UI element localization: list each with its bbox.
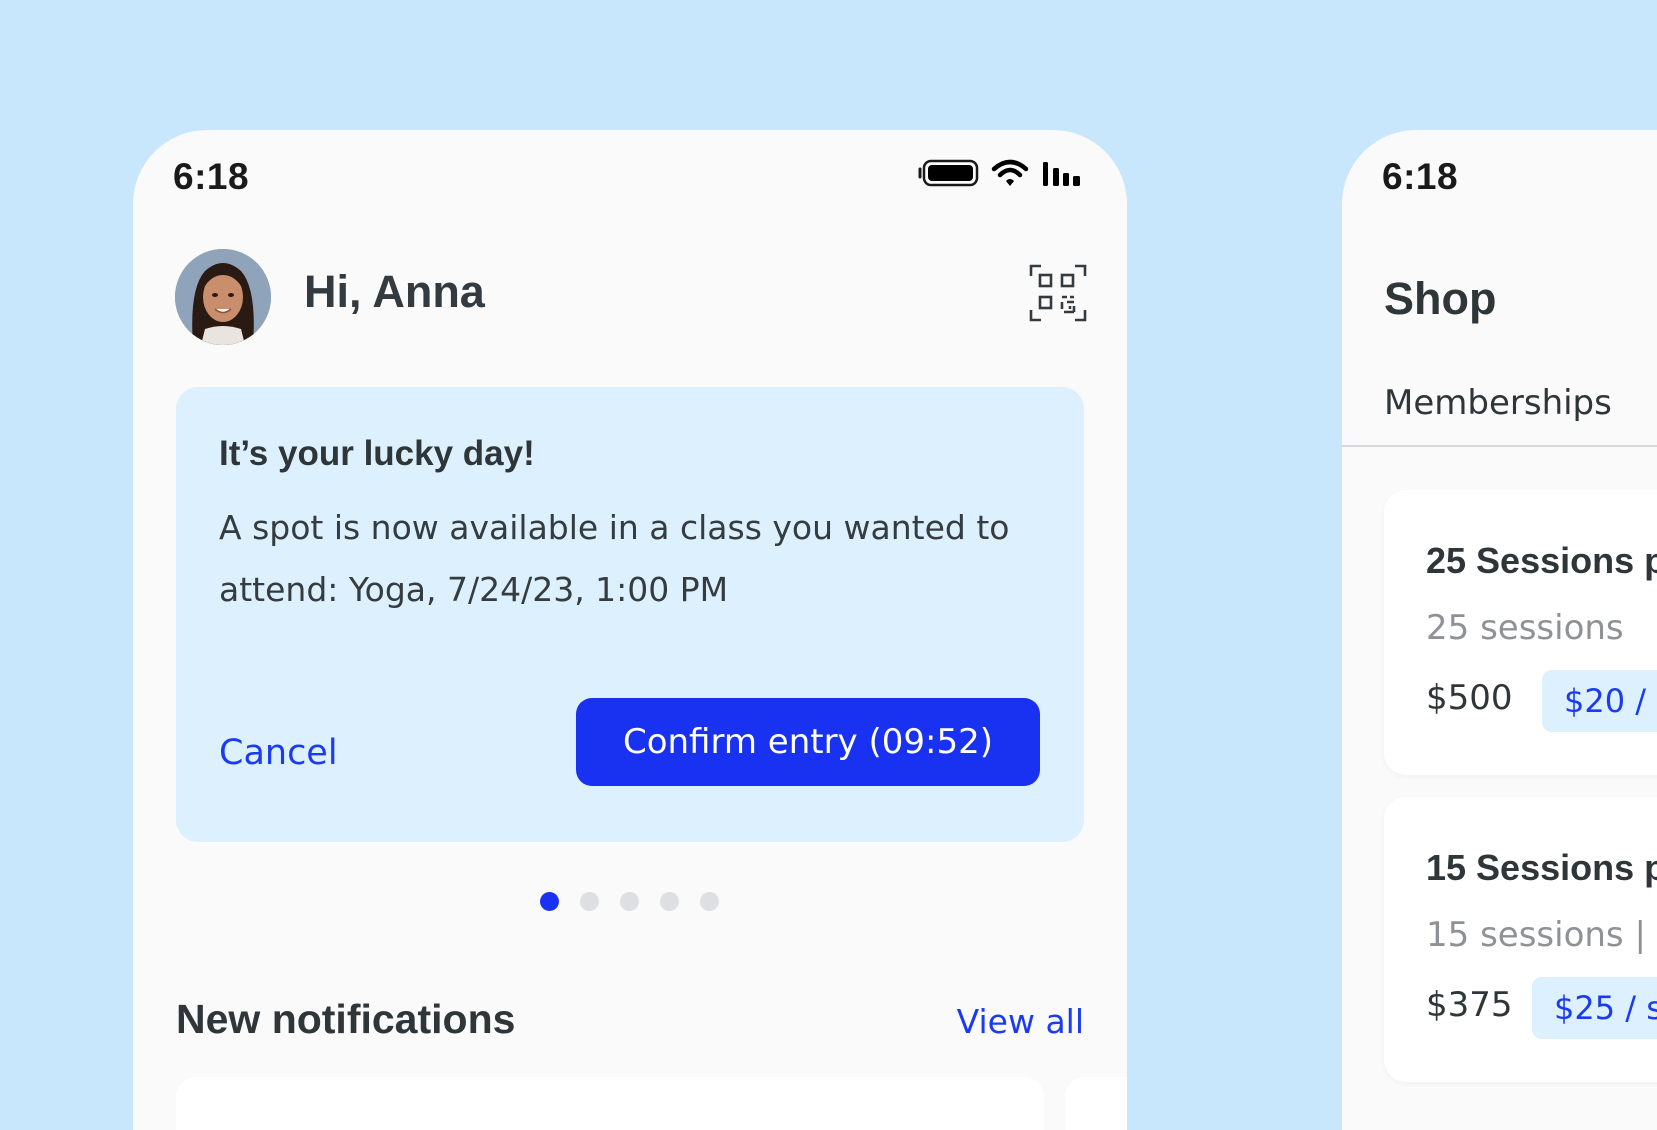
package-card[interactable]: 25 Sessions p 25 sessions $500 $20 / [1384, 490, 1657, 775]
package-sessions: 15 sessions | [1426, 915, 1646, 955]
tab-divider [1342, 445, 1657, 447]
package-price: $375 [1426, 985, 1513, 1025]
package-card[interactable]: 15 Sessions p 15 sessions | $375 $25 / s [1384, 797, 1657, 1082]
cancel-button[interactable]: Cancel [219, 733, 338, 773]
pagination-dot[interactable] [700, 892, 719, 911]
notifications-heading: New notifications [176, 996, 516, 1042]
package-rate-badge: $25 / s [1532, 977, 1657, 1039]
avatar[interactable] [175, 249, 271, 345]
status-time: 6:18 [173, 156, 250, 197]
promo-body: A spot is now available in a class you w… [219, 508, 1010, 609]
qr-code-icon[interactable] [1029, 264, 1087, 322]
signal-icon [1041, 158, 1085, 188]
package-sessions: 25 sessions [1426, 608, 1624, 648]
view-all-link[interactable]: View all [957, 1002, 1084, 1041]
tab-memberships[interactable]: Memberships [1384, 383, 1612, 423]
package-name: 15 Sessions p [1426, 847, 1657, 888]
waitlist-promo-card: It’s your lucky day! A spot is now avail… [176, 387, 1084, 842]
notification-card[interactable] [1065, 1077, 1127, 1130]
page-title: Shop [1384, 273, 1497, 324]
shop-screen: 6:18 Shop Memberships 25 Sessions p 25 s… [1342, 130, 1657, 1130]
package-price: $500 [1426, 678, 1513, 718]
wifi-icon [991, 158, 1029, 188]
home-screen: 6:18 Hi, Anna It’s your lucky day! A spo… [133, 130, 1127, 1130]
package-rate-badge: $20 / [1542, 670, 1657, 732]
notification-card[interactable] [176, 1077, 1044, 1130]
promo-title: It’s your lucky day! [219, 434, 535, 473]
pagination-dot[interactable] [620, 892, 639, 911]
pagination-dot[interactable] [660, 892, 679, 911]
battery-icon [917, 158, 979, 188]
pagination-dot[interactable] [580, 892, 599, 911]
greeting: Hi, Anna [304, 266, 485, 317]
pagination-dot[interactable] [540, 892, 559, 911]
status-time: 6:18 [1382, 156, 1459, 197]
status-icons [917, 158, 1085, 188]
carousel-pagination [540, 892, 719, 911]
confirm-entry-button[interactable]: Confirm entry (09:52) [576, 698, 1040, 786]
package-name: 25 Sessions p [1426, 540, 1657, 581]
